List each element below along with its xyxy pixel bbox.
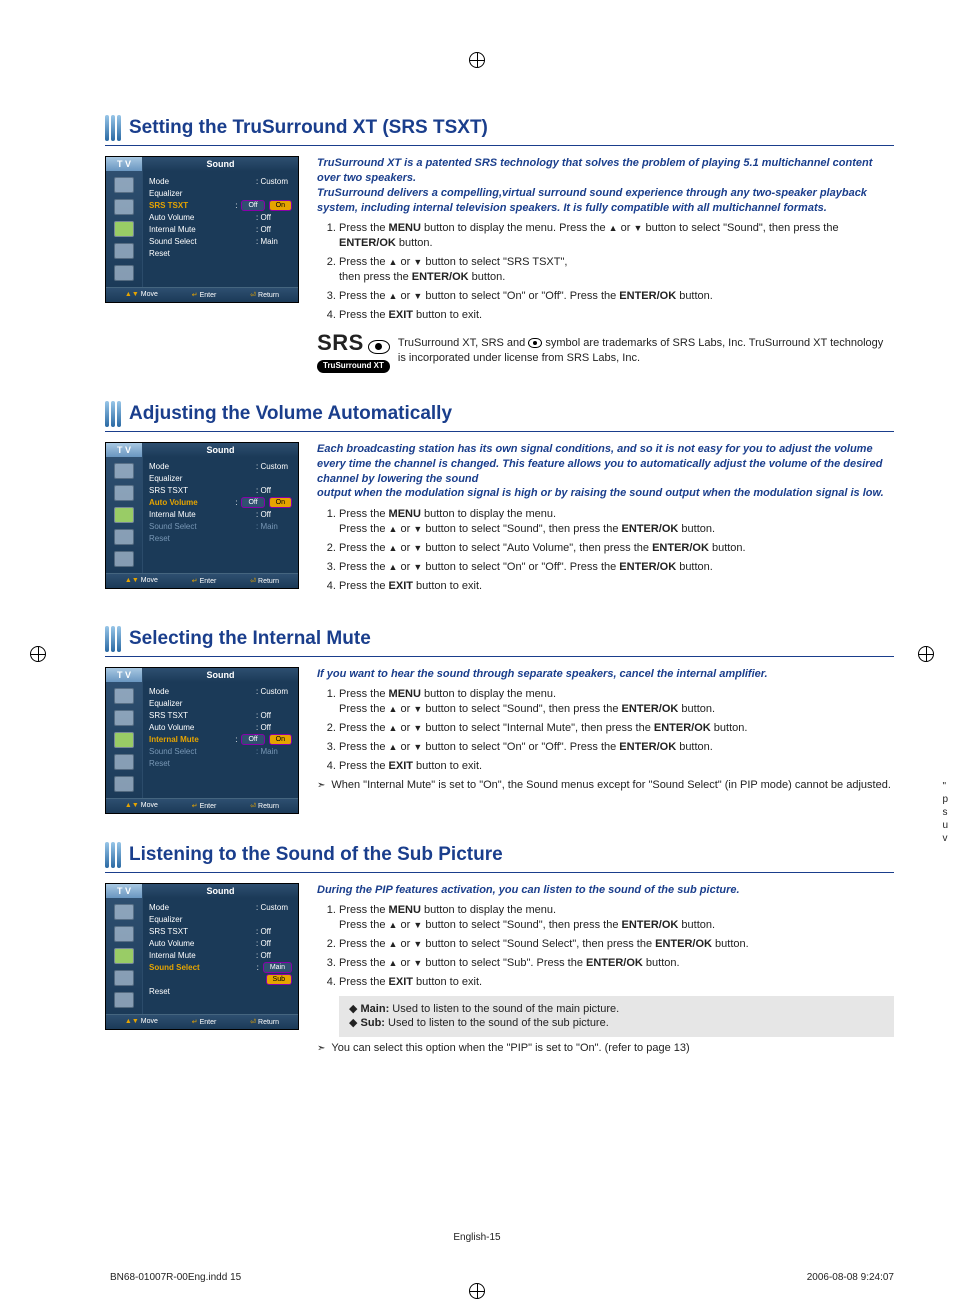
print-footer: BN68-01007R-00Eng.indd 15 2006-08-08 9:2… xyxy=(110,1272,894,1283)
step-item: Press the EXIT button to exit. xyxy=(339,759,894,774)
step-item: Press the ▲ or ▼ button to select "Auto … xyxy=(339,541,894,556)
osd-screenshot: T V Sound Mode: CustomEqualizerSRS TSXT:… xyxy=(105,156,299,303)
osd-tv-label: T V xyxy=(106,884,143,898)
osd-screenshot: T V Sound Mode: CustomEqualizerSRS TSXT:… xyxy=(105,667,299,814)
section-explain: TruSurround XT is a patented SRS technol… xyxy=(317,156,894,373)
section: Listening to the Sound of the Sub Pictur… xyxy=(105,842,894,1057)
heading-ornament-icon xyxy=(105,401,121,427)
print-date: 2006-08-08 9:24:07 xyxy=(807,1272,894,1283)
osd-tv-label: T V xyxy=(106,157,143,171)
section-intro: Each broadcasting station has its own si… xyxy=(317,442,894,501)
section-title: Listening to the Sound of the Sub Pictur… xyxy=(129,845,503,868)
step-item: Press the EXIT button to exit. xyxy=(339,308,894,323)
osd-tv-label: T V xyxy=(106,443,143,457)
section-explain: If you want to hear the sound through se… xyxy=(317,667,894,793)
section-intro: During the PIP features activation, you … xyxy=(317,883,894,898)
step-item: Press the ▲ or ▼ button to select "SRS T… xyxy=(339,255,894,285)
step-item: Press the ▲ or ▼ button to select "On" o… xyxy=(339,289,894,304)
steps-list: Press the MENU button to display the men… xyxy=(317,221,894,322)
print-file: BN68-01007R-00Eng.indd 15 xyxy=(110,1272,241,1283)
osd-title: Sound xyxy=(143,443,298,457)
step-item: Press the EXIT button to exit. xyxy=(339,975,894,990)
info-box: ◆ Main: Used to listen to the sound of t… xyxy=(339,996,894,1038)
step-item: Press the ▲ or ▼ button to select "On" o… xyxy=(339,740,894,755)
steps-list: Press the MENU button to display the men… xyxy=(317,507,894,593)
steps-list: Press the MENU button to display the men… xyxy=(317,903,894,989)
page-number: English-15 xyxy=(0,1232,954,1243)
section: Adjusting the Volume Automatically T V S… xyxy=(105,401,894,598)
step-item: Press the MENU button to display the men… xyxy=(339,221,894,251)
osd-tv-label: T V xyxy=(106,668,143,682)
step-item: Press the ▲ or ▼ button to select "Sub".… xyxy=(339,956,894,971)
osd-title: Sound xyxy=(143,884,298,898)
step-item: Press the ▲ or ▼ button to select "Inter… xyxy=(339,721,894,736)
section-explain: Each broadcasting station has its own si… xyxy=(317,442,894,598)
section-explain: During the PIP features activation, you … xyxy=(317,883,894,1057)
step-item: Press the MENU button to display the men… xyxy=(339,507,894,537)
osd-title: Sound xyxy=(143,668,298,682)
steps-list: Press the MENU button to display the men… xyxy=(317,687,894,773)
cutoff-text: " p s u v xyxy=(942,780,948,845)
section-title: Adjusting the Volume Automatically xyxy=(129,404,452,427)
step-item: Press the ▲ or ▼ button to select "On" o… xyxy=(339,560,894,575)
srs-trademark-note: SRS TruSurround XT TruSurround XT, SRS a… xyxy=(317,328,894,372)
note-line: ➣You can select this option when the "PI… xyxy=(317,1041,894,1056)
section-intro: TruSurround XT is a patented SRS technol… xyxy=(317,156,894,215)
step-item: Press the MENU button to display the men… xyxy=(339,687,894,717)
osd-title: Sound xyxy=(143,157,298,171)
heading-ornament-icon xyxy=(105,626,121,652)
osd-screenshot: T V Sound Mode: CustomEqualizerSRS TSXT:… xyxy=(105,883,299,1030)
section-title: Selecting the Internal Mute xyxy=(129,629,371,652)
heading-ornament-icon xyxy=(105,115,121,141)
section: Selecting the Internal Mute T V Sound Mo… xyxy=(105,626,894,814)
section-title: Setting the TruSurround XT (SRS TSXT) xyxy=(129,118,488,141)
step-item: Press the MENU button to display the men… xyxy=(339,903,894,933)
section-intro: If you want to hear the sound through se… xyxy=(317,667,894,682)
note-line: ➣When "Internal Mute" is set to "On", th… xyxy=(317,778,894,793)
heading-ornament-icon xyxy=(105,842,121,868)
section: Setting the TruSurround XT (SRS TSXT) T … xyxy=(105,115,894,373)
step-item: Press the EXIT button to exit. xyxy=(339,579,894,594)
step-item: Press the ▲ or ▼ button to select "Sound… xyxy=(339,937,894,952)
osd-screenshot: T V Sound Mode: CustomEqualizerSRS TSXT:… xyxy=(105,442,299,589)
